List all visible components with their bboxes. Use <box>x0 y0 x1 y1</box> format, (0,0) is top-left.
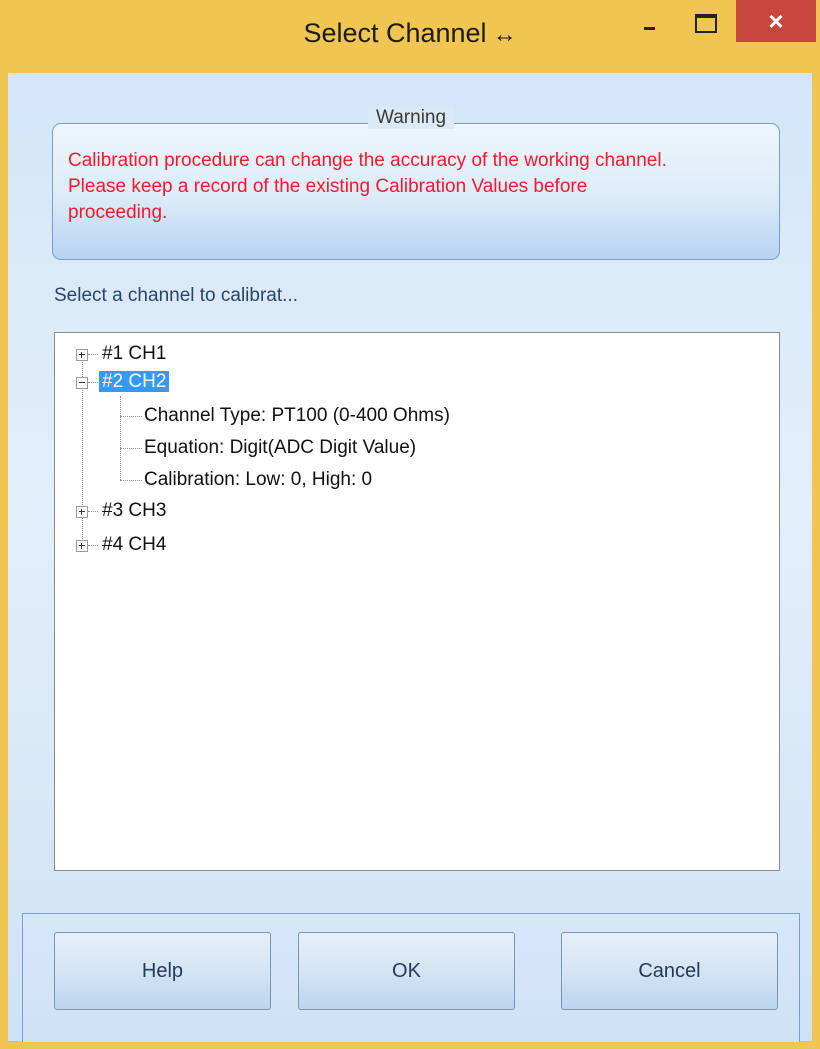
tree-child-label: Equation: Digit(ADC Digit Value) <box>144 437 417 458</box>
warning-line-3: proceeding. <box>68 202 168 223</box>
warning-line-1: Calibration procedure can change the acc… <box>68 150 667 171</box>
tree-node-label: #3 CH3 <box>102 500 167 521</box>
tree-node-ch1[interactable]: #1 CH1 <box>99 340 169 368</box>
collapse-minus-icon[interactable] <box>76 377 88 389</box>
close-icon: × <box>768 6 784 36</box>
window-title-text: Select Channel <box>303 18 487 48</box>
tree-child-line <box>120 396 121 480</box>
close-button[interactable]: × <box>736 0 816 42</box>
expand-plus-icon[interactable] <box>76 349 88 361</box>
tree-node-ch3[interactable]: #3 CH3 <box>99 497 169 525</box>
resize-arrows-icon: ↔ <box>492 21 517 48</box>
minimize-button[interactable] <box>620 0 676 42</box>
tree-connector <box>88 511 98 512</box>
help-button[interactable]: Help <box>54 932 271 1010</box>
tree-connector <box>88 354 98 355</box>
select-channel-window: Select Channel ↔ × Warning Calibration pr… <box>0 0 820 1049</box>
select-channel-label: Select a channel to calibrat... <box>54 285 298 306</box>
minimize-icon <box>644 27 655 30</box>
tree-child-label: Calibration: Low: 0, High: 0 <box>144 469 373 490</box>
cancel-button[interactable]: Cancel <box>561 932 778 1010</box>
tree-connector <box>120 480 142 481</box>
maximize-button[interactable] <box>678 0 734 42</box>
tree-child-calibration[interactable]: Calibration: Low: 0, High: 0 <box>141 466 375 494</box>
warning-message: Calibration procedure can change the acc… <box>68 148 768 226</box>
dialog-client-area: Warning Calibration procedure can change… <box>8 73 812 1042</box>
tree-node-ch4[interactable]: #4 CH4 <box>99 531 169 559</box>
tree-node-ch2[interactable]: #2 CH2 <box>99 368 170 396</box>
expand-plus-icon[interactable] <box>76 540 88 552</box>
tree-child-equation[interactable]: Equation: Digit(ADC Digit Value) <box>141 434 419 462</box>
expand-plus-icon[interactable] <box>76 506 88 518</box>
title-bar[interactable]: Select Channel ↔ × <box>0 0 820 73</box>
tree-connector <box>120 448 142 449</box>
tree-node-label-selected: #2 CH2 <box>99 371 170 392</box>
tree-connector <box>120 416 142 417</box>
tree-connector <box>88 545 98 546</box>
ok-button[interactable]: OK <box>298 932 515 1010</box>
tree-node-label: #1 CH1 <box>102 343 167 364</box>
warning-line-2: Please keep a record of the existing Cal… <box>68 176 588 197</box>
channel-tree[interactable]: #1 CH1 #2 CH2 Channel Type: PT100 (0-400… <box>54 332 780 871</box>
tree-child-label: Channel Type: PT100 (0-400 Ohms) <box>144 405 450 426</box>
tree-child-channel-type[interactable]: Channel Type: PT100 (0-400 Ohms) <box>141 402 453 430</box>
tree-node-label: #4 CH4 <box>102 534 167 555</box>
maximize-icon <box>695 14 717 33</box>
tree-connector <box>88 382 98 383</box>
warning-legend: Warning <box>368 107 455 129</box>
